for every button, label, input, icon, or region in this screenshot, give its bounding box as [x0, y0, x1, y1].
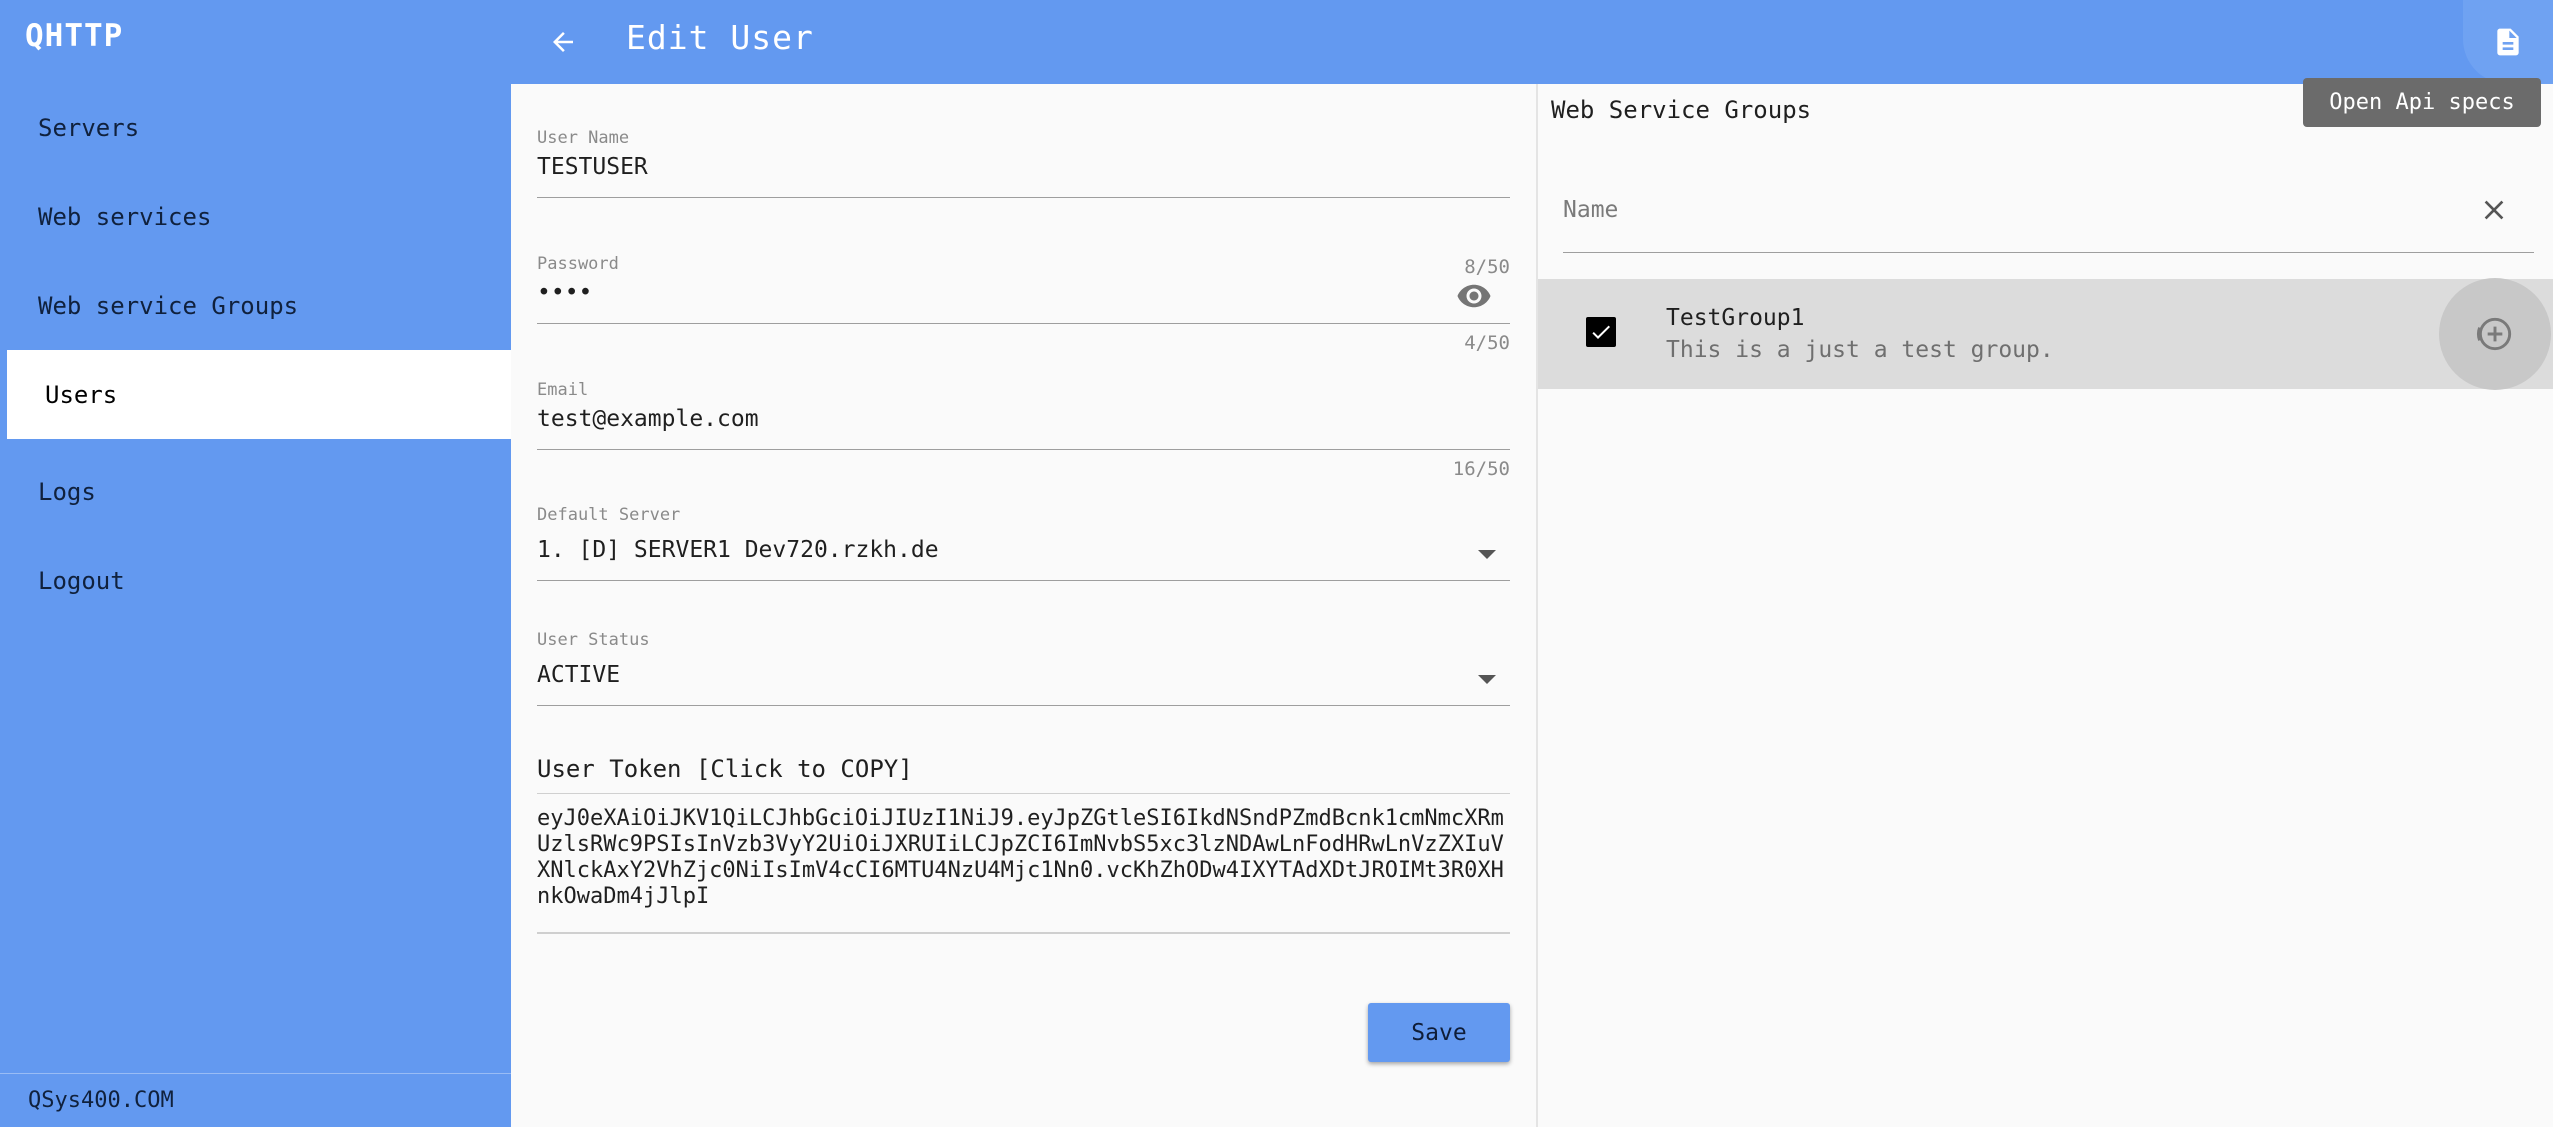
sidebar-item-users[interactable]: Users [7, 350, 511, 439]
edit-user-form: User Name TESTUSER 8/50 Password •••• 4/… [511, 84, 1536, 1127]
document-icon [2497, 28, 2519, 56]
email-field[interactable]: Email test@example.com 16/50 [537, 380, 1510, 490]
save-button[interactable]: Save [1368, 1003, 1510, 1062]
sidebar-nav: Servers Web services Web service Groups … [0, 83, 511, 625]
eye-icon[interactable] [1456, 278, 1492, 314]
default-server-value[interactable]: 1. [D] SERVER1 Dev720.rzkh.de [537, 537, 1510, 563]
user-token-title[interactable]: User Token [Click to COPY] [537, 755, 913, 783]
username-label: User Name [537, 128, 630, 148]
group-name: TestGroup1 [1666, 305, 1805, 331]
checkmark-icon [1592, 325, 1610, 339]
username-value[interactable]: TESTUSER [537, 154, 1510, 180]
group-description: This is a just a test group. [1666, 337, 2054, 363]
user-status-label: User Status [537, 630, 650, 650]
default-server-label: Default Server [537, 505, 681, 525]
api-specs-tooltip: Open Api specs [2303, 78, 2541, 127]
sidebar-item-logout[interactable]: Logout [0, 536, 511, 625]
password-label: Password [537, 254, 619, 274]
email-underline [537, 449, 1510, 450]
username-underline [537, 197, 1510, 198]
arrow-left-icon [553, 32, 573, 52]
add-circle-icon [2476, 317, 2512, 351]
email-counter: 16/50 [1452, 458, 1510, 480]
groups-title: Web Service Groups [1551, 96, 1812, 124]
web-service-groups-panel: Web Service Groups TestGroup1 This is a … [1538, 84, 2553, 1127]
user-status-value[interactable]: ACTIVE [537, 662, 1510, 688]
password-field[interactable]: Password •••• 4/50 [537, 254, 1510, 364]
sidebar: QHTTP Servers Web services Web service G… [0, 0, 511, 1127]
chevron-down-icon[interactable] [1478, 675, 1496, 684]
sidebar-item-web-service-groups[interactable]: Web service Groups [0, 261, 511, 350]
chevron-down-icon[interactable] [1478, 550, 1496, 559]
group-checkbox[interactable] [1586, 317, 1616, 347]
sidebar-item-web-services[interactable]: Web services [0, 172, 511, 261]
sidebar-item-servers[interactable]: Servers [0, 83, 511, 172]
page-title: Edit User [626, 18, 814, 57]
sidebar-item-logs[interactable]: Logs [0, 447, 511, 536]
list-item[interactable]: TestGroup1 This is a just a test group. [1538, 278, 2553, 390]
user-token-value[interactable]: eyJ0eXAiOiJKV1QiLCJhbGciOiJIUzI1NiJ9.eyJ… [537, 806, 1510, 910]
user-status-select[interactable]: User Status ACTIVE [537, 630, 1510, 710]
username-field[interactable]: User Name TESTUSER 8/50 [537, 128, 1510, 278]
password-underline [537, 323, 1510, 324]
default-server-underline [537, 580, 1510, 581]
default-server-select[interactable]: Default Server 1. [D] SERVER1 Dev720.rzk… [537, 505, 1510, 585]
email-value[interactable]: test@example.com [537, 406, 1510, 432]
filter-underline [1563, 252, 2534, 253]
close-icon[interactable] [2478, 194, 2510, 226]
add-circle-button[interactable] [2439, 278, 2551, 390]
app-root: QHTTP Servers Web services Web service G… [0, 0, 2553, 1127]
app-header: Edit User [511, 0, 2553, 84]
user-status-underline [537, 705, 1510, 706]
user-token-underline [537, 932, 1510, 934]
password-value[interactable]: •••• [537, 280, 1510, 306]
user-token-separator [537, 793, 1510, 794]
group-name-filter-input[interactable] [1563, 194, 2483, 226]
app-brand: QHTTP [25, 18, 124, 54]
back-button[interactable] [541, 20, 585, 64]
sidebar-footer[interactable]: QSys400.COM [0, 1073, 511, 1127]
password-counter: 4/50 [1464, 332, 1510, 354]
open-api-specs-button[interactable] [2463, 0, 2553, 84]
email-label: Email [537, 380, 589, 400]
